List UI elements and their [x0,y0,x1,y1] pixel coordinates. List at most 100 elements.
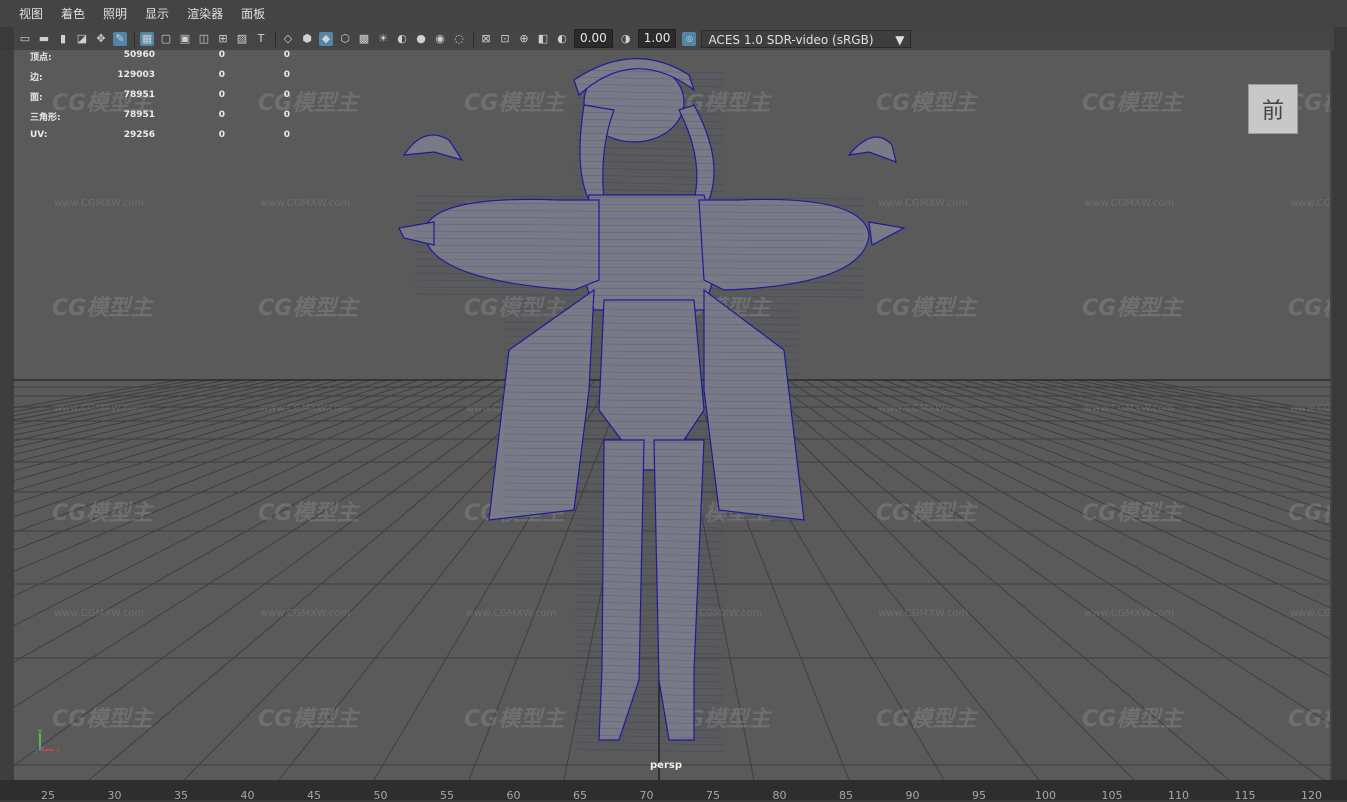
hud-value: 78951 [123,90,155,100]
viewport-3d[interactable]: CG模型主 www.CGMXW.com CG模型主 www.CGMXW.com CG模型… [14,50,1332,780]
gamma-icon[interactable]: ◑ [619,32,633,46]
time-tick-label: 120 [1301,789,1322,802]
watermark-url: www.CGMXW.com [260,198,350,209]
xray-active-icon[interactable]: ⊡ [498,32,512,46]
wireframe-edge [573,559,725,564]
hud-row: 三角形: 78951 0 0 [30,110,300,130]
hud-value: 78951 [123,110,155,120]
hud-value: 0 [218,90,225,100]
menu-item[interactable]: 面板 [238,3,268,24]
resolution-gate-icon[interactable]: ▣ [178,32,192,46]
axis-z-label: z [34,747,38,755]
left-leg [598,439,645,741]
view-cube[interactable]: 前 [1248,84,1298,134]
hud-value: 0 [283,70,290,80]
right-hand [868,221,906,246]
watermark-url: www.CGMXW.com [1084,198,1174,209]
use-all-lights-icon[interactable]: ☀ [376,32,390,46]
watermark-logo: CG模型主 [52,501,154,526]
hud-label: UV: [30,130,48,140]
watermark-url: www.CGMXW.com [878,608,968,619]
watermark-logo: CG模型主 [258,296,360,321]
watermark-logo: CG模型主 [1082,296,1184,321]
safe-action-icon[interactable]: ▨ [235,32,249,46]
watermark-url: www.CGMXW.com [54,608,144,619]
wireframe-edge [573,643,725,648]
ambient-occlusion-icon[interactable]: ● [414,32,428,46]
hud-row: 顶点: 50960 0 0 [30,50,300,70]
safe-title-icon[interactable]: T [254,32,268,46]
chevron-down-icon: ▼ [895,32,905,47]
grease-pencil-icon[interactable]: ✎ [113,31,127,46]
menu-item[interactable]: 显示 [142,3,172,24]
gamma-field[interactable]: 1.00 [637,29,677,48]
time-tick-label: 80 [772,789,787,802]
color-space-dropdown[interactable]: ACES 1.0 SDR-video (sRGB) ▼ [701,29,912,48]
default-material-icon[interactable]: ◆ [319,31,333,46]
shadows-icon[interactable]: ◐ [395,32,409,46]
wireframe-edge [573,748,725,753]
isolate-select-icon[interactable]: ⊠ [479,32,493,46]
gate-mask-icon[interactable]: ◫ [197,32,211,46]
grid-icon[interactable]: ▦ [140,31,154,46]
hud-value: 29256 [123,130,155,140]
menu-item[interactable]: 着色 [58,3,88,24]
watermark-logo: CG模型主 [52,296,154,321]
watermark-url: www.CGMXW.com [878,403,968,414]
hud-value: 50960 [123,50,155,60]
anti-aliasing-icon[interactable]: ◌ [452,32,466,46]
time-tick-label: 75 [706,789,720,802]
color-management-icon[interactable]: ◎ [682,31,697,46]
watermark-logo: CG模型主 [876,707,978,732]
wireframe-edge [573,678,725,683]
toolbar-separator [473,30,474,47]
hud-value: 0 [283,50,290,60]
hud-value: 0 [218,50,225,60]
right-ear-accessory [847,136,897,163]
exposure-field[interactable]: 0.00 [574,29,613,48]
hud-value: 0 [283,130,290,140]
time-tick-label: 95 [972,789,986,802]
time-tick-label: 55 [440,789,454,802]
wireframe-edge [573,601,725,606]
field-chart-icon[interactable]: ⊞ [216,32,230,46]
left-sleeve [423,198,600,291]
menu-item[interactable]: 照明 [100,3,130,24]
time-slider[interactable]: 25 30 35 40 45 50 55 60 65 70 75 80 85 90 95 100 105 110 1… [0,780,1347,802]
watermark-url: www.CGMXW.com [1290,403,1332,414]
motion-blur-icon[interactable]: ◉ [433,32,447,46]
camera-select-icon[interactable]: ▭ [18,32,32,46]
xray-joints-icon[interactable]: ⊕ [517,32,531,46]
hud-value: 0 [283,110,290,120]
wireframe-icon[interactable]: ◇ [281,32,295,46]
time-tick-label: 100 [1035,789,1056,802]
scene-canvas: CG模型主 www.CGMXW.com CG模型主 www.CGMXW.com CG模型… [14,58,1332,780]
film-gate-icon[interactable]: ▢ [159,32,173,46]
camera-name-label: persp [650,760,682,771]
exposure-icon[interactable]: ◐ [555,32,569,46]
bookmark-icon[interactable]: ▮ [56,32,70,46]
hud-label: 面: [30,93,43,103]
time-tick-label: 60 [506,789,521,802]
menu-item[interactable]: 视图 [16,3,46,24]
wireframe-edge [573,538,725,543]
panel-toolbar: ▭ ▬ ▮ ◪ ✥ ✎ ▦ ▢ ▣ ◫ ⊞ ▨ T ◇ ⬢ ◆ ⬡ ▩ ☀ ◐ ● ◉ ◌ ⊠ ⊡ ⊕ ◧ ◐ 0.00 ◑ 1.0… [14,27,1334,50]
smooth-shade-icon[interactable]: ⬢ [300,32,314,46]
xray-icon[interactable]: ▩ [357,32,371,46]
wireframe-on-shaded-icon[interactable]: ⬡ [338,32,352,46]
time-tick-label: 70 [639,789,654,802]
2d-pan-zoom-icon[interactable]: ✥ [94,32,108,46]
wireframe-edge [573,741,725,746]
hud-label: 三角形: [30,113,61,123]
backface-icon[interactable]: ◧ [536,32,550,46]
image-plane-icon[interactable]: ◪ [75,32,89,46]
watermark-logo: CG模型主 [464,707,566,732]
wireframe-edge [573,587,725,592]
left-panel-border [0,50,14,780]
hud-value: 129003 [117,70,155,80]
time-tick-label: 110 [1168,789,1189,802]
camera-attributes-icon[interactable]: ▬ [37,32,51,46]
watermark-url: www.CGMXW.com [260,608,350,619]
watermark-url: www.CGMXW.com [54,403,144,414]
menu-item[interactable]: 渲染器 [184,3,226,24]
